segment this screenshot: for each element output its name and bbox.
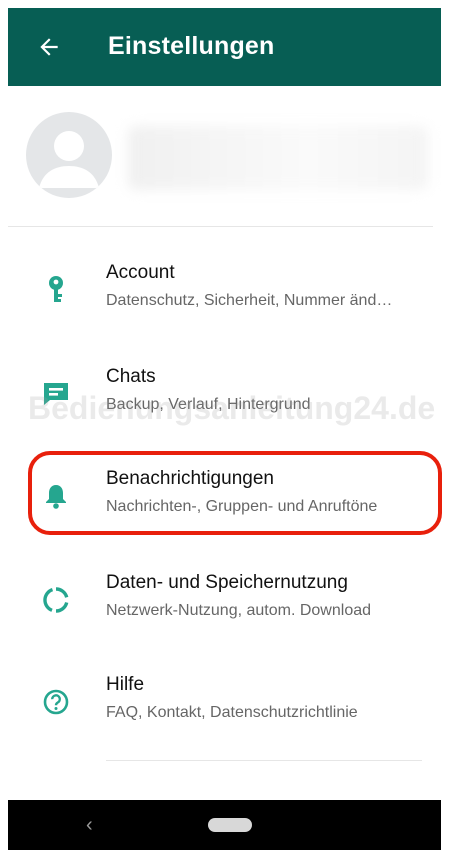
- data-usage-icon: [42, 586, 70, 614]
- profile-name-blurred[interactable]: [128, 126, 428, 190]
- settings-item-subtitle: Netzwerk-Nutzung, autom. Download: [106, 602, 372, 619]
- key-icon: [42, 276, 70, 304]
- settings-item-help[interactable]: Hilfe FAQ, Kontakt, Datenschutzrichtlini…: [8, 660, 441, 746]
- nav-home-pill[interactable]: [208, 818, 252, 832]
- nav-back-icon[interactable]: ‹: [86, 814, 93, 837]
- system-nav-bar: ‹: [8, 800, 441, 850]
- settings-item-subtitle: Backup, Verlauf, Hintergrund: [106, 396, 311, 413]
- settings-item-subtitle: Datenschutz, Sicherheit, Nummer änd…: [106, 292, 393, 309]
- person-icon: [39, 131, 99, 188]
- profile-section[interactable]: [8, 86, 441, 226]
- settings-item-subtitle: FAQ, Kontakt, Datenschutzrichtlinie: [106, 704, 358, 721]
- settings-item-title: Account: [106, 262, 175, 283]
- settings-item-title: Chats: [106, 366, 156, 387]
- divider: [8, 226, 433, 227]
- chat-icon: [42, 380, 70, 408]
- settings-item-account[interactable]: Account Datenschutz, Sicherheit, Nummer …: [8, 248, 441, 334]
- back-arrow-icon[interactable]: [36, 34, 62, 60]
- divider: [106, 760, 422, 761]
- help-icon: [42, 688, 70, 716]
- settings-item-title: Benachrichtigungen: [106, 468, 274, 489]
- page-title: Einstellungen: [108, 32, 275, 60]
- app-bar: Einstellungen: [8, 8, 441, 86]
- settings-item-title: Daten- und Speichernutzung: [106, 572, 348, 593]
- settings-item-title: Hilfe: [106, 674, 145, 695]
- settings-item-chats[interactable]: Chats Backup, Verlauf, Hintergrund: [8, 352, 441, 438]
- settings-item-notifications[interactable]: Benachrichtigungen Nachrichten-, Gruppen…: [8, 454, 441, 540]
- avatar[interactable]: [26, 112, 112, 198]
- settings-item-subtitle: Nachrichten-, Gruppen- und Anruftöne: [106, 498, 378, 515]
- bell-icon: [42, 482, 70, 510]
- settings-item-data-usage[interactable]: Daten- und Speichernutzung Netzwerk-Nutz…: [8, 558, 441, 644]
